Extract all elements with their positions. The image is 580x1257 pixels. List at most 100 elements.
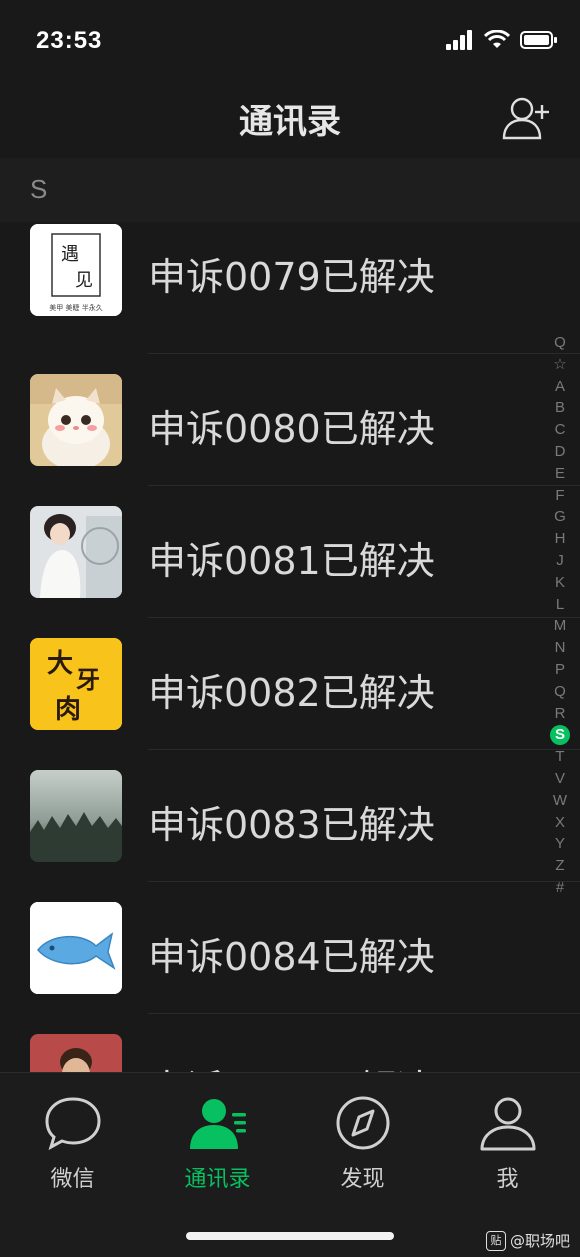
index-letter[interactable]: C xyxy=(546,419,574,441)
watermark: 贴 @职场吧 xyxy=(485,1230,570,1251)
watermark-text: @职场吧 xyxy=(509,1232,570,1250)
index-letter-text: M xyxy=(553,617,567,635)
index-letter-text: P xyxy=(554,660,565,678)
index-letter[interactable]: R xyxy=(546,703,574,725)
contacts-icon xyxy=(189,1099,246,1149)
index-letter-text: B xyxy=(554,399,565,417)
index-letter-text: X xyxy=(554,813,565,831)
page-title: 通讯录 xyxy=(239,102,341,142)
contact-name: 申诉0082已解决 xyxy=(148,671,435,715)
index-letter[interactable]: L xyxy=(546,594,574,616)
person-icon xyxy=(480,1097,535,1151)
index-letter[interactable]: B xyxy=(546,397,574,419)
contact-name: 申诉0081已解决 xyxy=(148,539,435,583)
blue-fish-avatar-image xyxy=(30,902,122,994)
dayarou-avatar-image: 大 牙 肉 xyxy=(30,638,122,730)
contact-avatar xyxy=(30,902,122,994)
index-letter[interactable]: M xyxy=(546,615,574,637)
chat-bubble-icon xyxy=(44,1097,101,1151)
avatar-text-2: 牙 xyxy=(76,666,100,694)
tieba-icon: 贴 xyxy=(485,1230,506,1251)
index-letter-text: R xyxy=(554,704,566,722)
index-letter-text: ☆ xyxy=(553,355,567,373)
contact-row[interactable]: 申诉0083已解决 xyxy=(0,750,580,882)
contact-row[interactable]: 申诉0085已解决 xyxy=(0,1014,580,1072)
index-letter[interactable]: E xyxy=(546,463,574,485)
index-letter[interactable]: ☆ xyxy=(546,354,574,376)
contact-row[interactable]: 申诉0081已解决 xyxy=(0,486,580,618)
status-time: 23:53 xyxy=(36,27,103,54)
tab-label: 我 xyxy=(496,1167,519,1192)
index-letter[interactable]: S xyxy=(546,724,574,746)
index-letter-text: C xyxy=(554,421,566,439)
yujian-avatar-image: 遇 见 美甲 美睫 半永久 xyxy=(30,224,122,316)
tab-me[interactable]: 我 xyxy=(435,1095,580,1193)
index-letter[interactable]: F xyxy=(546,485,574,507)
index-letter-text: F xyxy=(555,486,565,504)
index-letter-text: # xyxy=(555,878,565,896)
index-letter[interactable]: K xyxy=(546,572,574,594)
contact-row[interactable]: 申诉0080已解决 xyxy=(0,354,580,486)
contact-name: 申诉0084已解决 xyxy=(148,935,435,979)
index-letter[interactable]: W xyxy=(546,790,574,812)
index-letter[interactable]: P xyxy=(546,659,574,681)
contact-name: 申诉0083已解决 xyxy=(148,803,435,847)
wifi-icon xyxy=(484,30,510,48)
tab-label: 微信 xyxy=(50,1167,95,1192)
index-letter[interactable]: H xyxy=(546,528,574,550)
index-letter[interactable]: G xyxy=(546,506,574,528)
contact-row[interactable]: 大 牙 肉 申诉0082已解决 xyxy=(0,618,580,750)
index-letter[interactable]: N xyxy=(546,637,574,659)
index-letter-text: V xyxy=(554,769,565,787)
add-friend-button[interactable] xyxy=(502,96,552,140)
index-letter-text: J xyxy=(556,551,564,569)
index-letter[interactable]: A xyxy=(546,376,574,398)
index-letter[interactable]: D xyxy=(546,441,574,463)
contact-list[interactable]: 遇 见 美甲 美睫 半永久 申诉0079已解决 申诉0080已解决 申诉0081… xyxy=(0,222,580,1072)
index-letter[interactable]: Q xyxy=(546,681,574,703)
contact-avatar: 遇 见 美甲 美睫 半永久 xyxy=(30,224,122,316)
contact-name: 申诉0079已解决 xyxy=(148,255,435,299)
index-letter-text: Q xyxy=(554,682,566,700)
contact-row[interactable]: 遇 见 美甲 美睫 半永久 申诉0079已解决 xyxy=(0,222,580,354)
index-letter[interactable]: # xyxy=(546,877,574,899)
nav-bar: 通讯录 xyxy=(0,80,580,158)
alphabet-index-bar[interactable]: Q ☆ A B C D E F G H J K L M N P Q R S T V W X Y Z # xyxy=(546,332,574,899)
index-letter-text: S xyxy=(550,725,570,746)
index-letter-text: Y xyxy=(554,835,565,853)
index-letter[interactable]: J xyxy=(546,550,574,572)
index-letter[interactable]: V xyxy=(546,768,574,790)
index-letter-text: E xyxy=(554,464,565,482)
index-letter-text: H xyxy=(554,530,566,548)
contact-name: 申诉0085已解决 xyxy=(148,1058,435,1072)
tab-chats[interactable]: 微信 xyxy=(0,1095,145,1193)
home-indicator[interactable] xyxy=(186,1232,394,1240)
index-letter[interactable]: X xyxy=(546,812,574,834)
index-letter[interactable]: Z xyxy=(546,855,574,877)
signal-icon xyxy=(446,30,472,50)
index-letter[interactable]: Q xyxy=(546,332,574,354)
index-letter[interactable]: T xyxy=(546,746,574,768)
tab-contacts[interactable]: 通讯录 xyxy=(145,1095,290,1193)
contact-avatar xyxy=(30,770,122,862)
contact-row[interactable]: 申诉0084已解决 xyxy=(0,882,580,1014)
index-letter-text: G xyxy=(554,508,566,526)
tab-discover[interactable]: 发现 xyxy=(290,1095,435,1193)
index-letter-text: T xyxy=(555,748,565,766)
avatar-text-1: 遇 xyxy=(61,244,79,265)
tab-label: 通讯录 xyxy=(184,1167,251,1192)
avatar-caption: 美甲 美睫 半永久 xyxy=(49,303,102,312)
index-letter[interactable]: Y xyxy=(546,833,574,855)
status-bar: 23:53 xyxy=(0,0,580,80)
contact-avatar xyxy=(30,506,122,598)
battery-icon xyxy=(520,31,557,49)
index-letter-text: Z xyxy=(555,857,565,875)
compass-icon xyxy=(336,1096,389,1150)
contact-avatar xyxy=(30,374,122,466)
avatar-text-1: 大 xyxy=(47,649,73,679)
index-letter-text: N xyxy=(554,639,566,657)
section-header: S xyxy=(0,158,580,222)
status-icons xyxy=(446,30,558,50)
index-letter-text: W xyxy=(552,791,568,809)
tab-label: 发现 xyxy=(340,1167,385,1192)
